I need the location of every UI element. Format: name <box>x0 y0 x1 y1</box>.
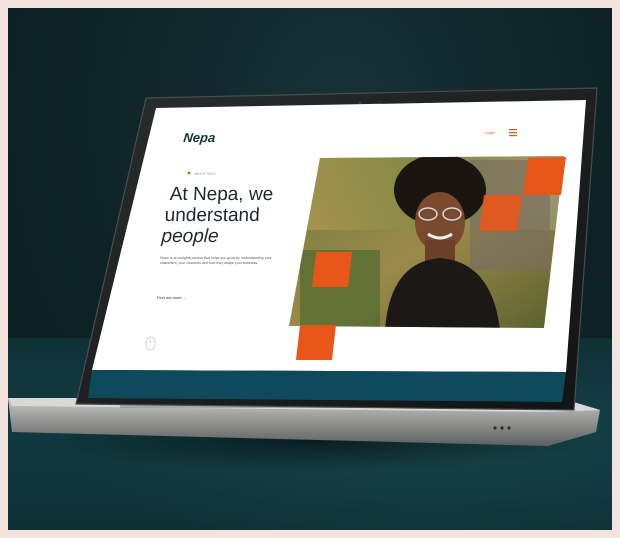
screen-bottom-band <box>88 370 566 402</box>
hamburger-menu-icon[interactable] <box>509 129 517 137</box>
eyebrow-dot <box>187 171 191 175</box>
hero-headline-line-2: understand <box>164 205 260 226</box>
hero-body-text: Nepa is an insights partner that helps y… <box>160 256 272 266</box>
accent-square-mid-right <box>479 195 522 231</box>
webcam <box>358 101 362 105</box>
hero-body-wrap: Nepa is an insights partner that helps y… <box>160 256 272 266</box>
accent-square-bottom <box>296 325 336 360</box>
hero-headline-line-3: people <box>160 226 219 247</box>
laptop-mockup: Nepa Login ABOUT NEPA At Nepa, we unders… <box>8 87 600 446</box>
accent-square-top-right <box>523 157 566 195</box>
site-logo[interactable]: Nepa <box>183 130 216 145</box>
accent-square-left <box>312 252 352 287</box>
hero-eyebrow: ABOUT NEPA <box>194 172 216 176</box>
hero-find-out-more-link[interactable]: Find out more → <box>157 295 187 300</box>
hero-headline-line-1: At Nepa, we <box>169 184 274 205</box>
nav-login-link[interactable]: Login <box>485 130 495 135</box>
